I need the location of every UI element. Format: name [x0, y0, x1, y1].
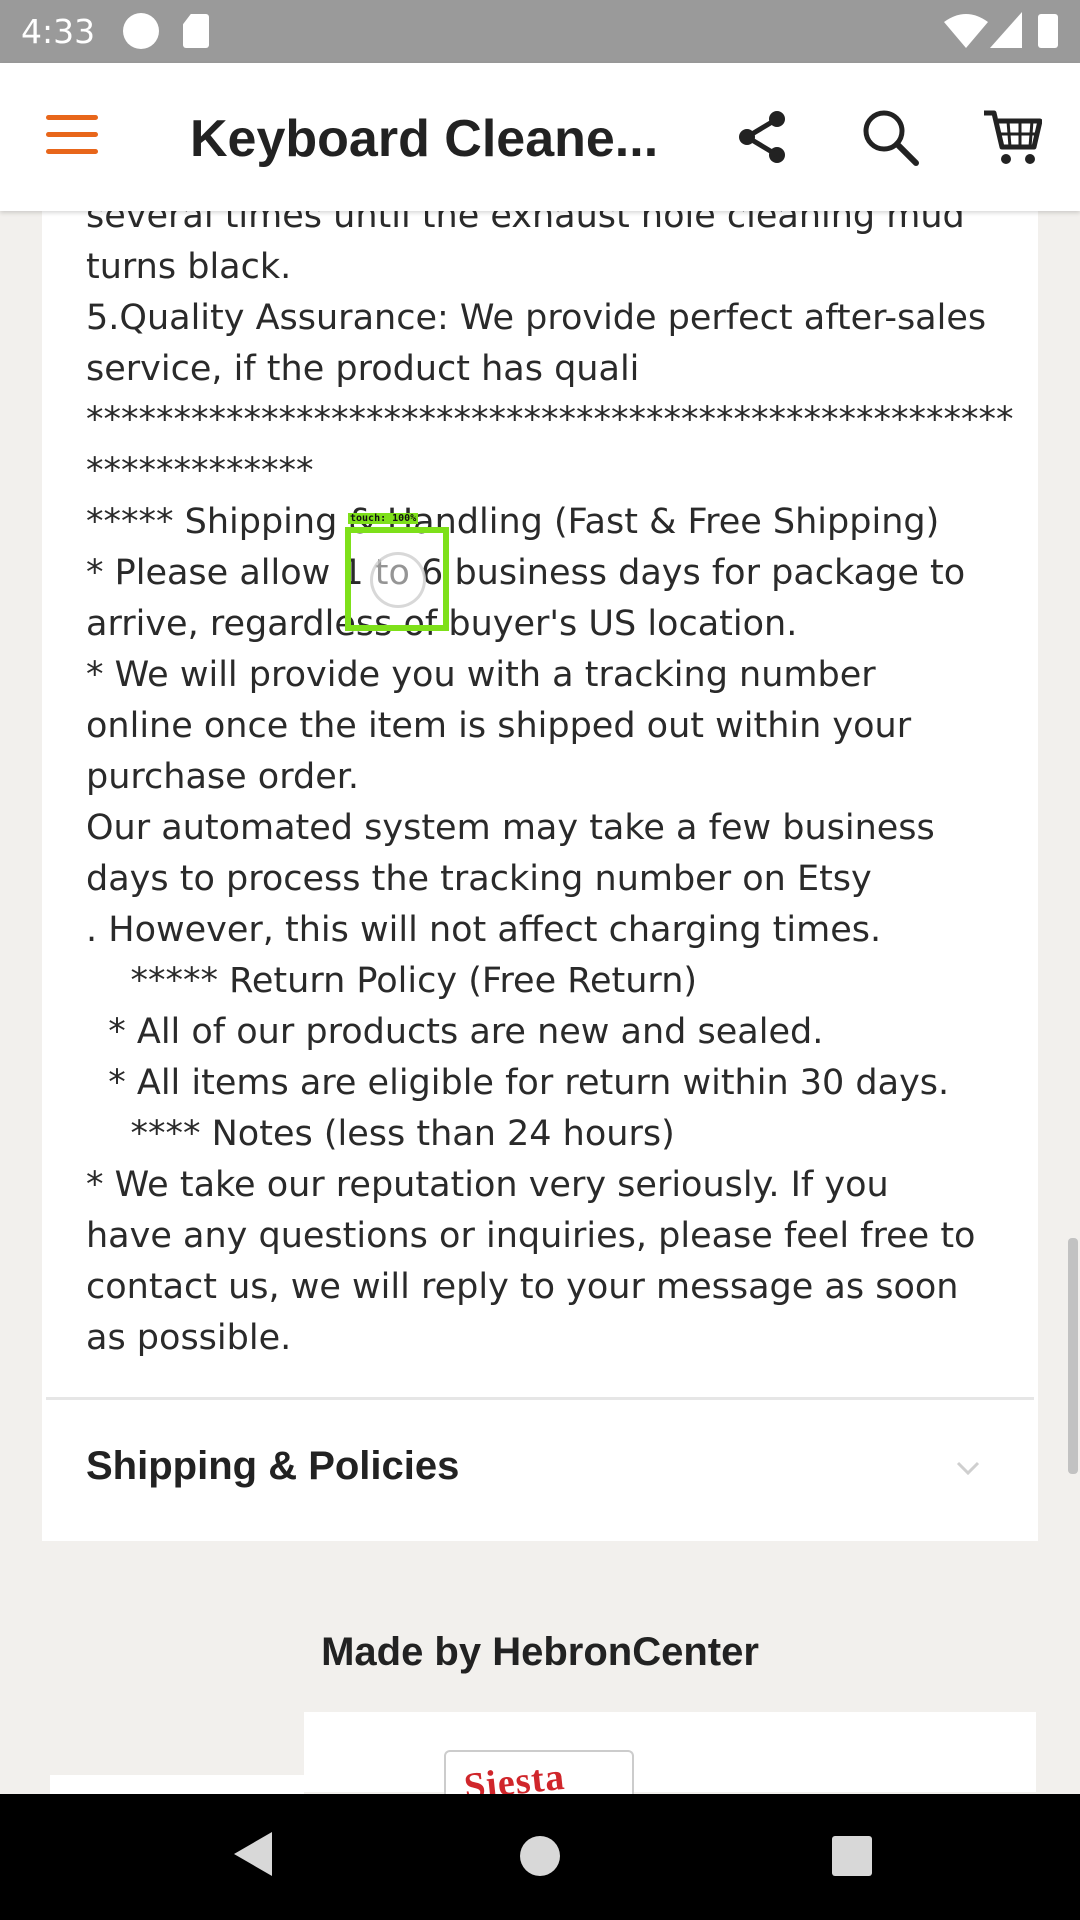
share-icon[interactable]	[733, 107, 793, 167]
description-line: **** Notes (less than 24 hours)	[86, 1114, 675, 1154]
touch-ripple	[370, 552, 426, 608]
shop-card[interactable]: Siesta	[304, 1712, 1036, 1810]
status-time: 4:33	[21, 12, 96, 51]
search-icon[interactable]	[860, 107, 920, 167]
shipping-policies-label: Shipping & Policies	[86, 1444, 460, 1488]
navigation-bar	[0, 1794, 1080, 1920]
description-line: * We will provide you with a tracking nu…	[86, 655, 876, 695]
description-line: ****************************************…	[86, 400, 1014, 440]
description-line: 5.Quality Assurance: We provide perfect …	[86, 298, 987, 338]
cart-icon[interactable]	[982, 107, 1042, 167]
description-line: * We take our reputation very seriously.…	[86, 1165, 889, 1205]
description-line: turns black.	[86, 247, 292, 287]
shop-card-edge	[50, 1775, 304, 1795]
description-line: *************	[86, 451, 314, 491]
description-line: days to process the tracking number on E…	[86, 859, 872, 899]
description-line: arrive, regardless of buyer's US locatio…	[86, 604, 798, 644]
description-line: . However, this will not affect charging…	[86, 910, 882, 950]
made-by-heading: Made by HebronCenter	[321, 1630, 759, 1674]
chevron-down-icon	[956, 1461, 980, 1476]
description-line: Our automated system may take a few busi…	[86, 808, 935, 848]
item-description: several times until the exhaust hole cle…	[86, 211, 1014, 1364]
sd-card-icon	[183, 14, 209, 48]
page-title: Keyboard Cleane...	[190, 110, 659, 168]
app-bar: Keyboard Cleane...	[0, 63, 1080, 211]
back-icon[interactable]	[234, 1832, 272, 1876]
signal-icon	[990, 12, 1022, 48]
battery-icon	[1038, 14, 1058, 48]
shipping-policies-row[interactable]: Shipping & Policies	[42, 1400, 1038, 1541]
description-line: ***** Shipping & Handling (Fast & Free S…	[86, 502, 940, 542]
menu-icon[interactable]	[46, 115, 98, 155]
wifi-icon	[944, 14, 988, 48]
description-line: * All items are eligible for return with…	[86, 1063, 950, 1103]
circle-status-icon	[123, 13, 159, 49]
description-line: purchase order.	[86, 757, 360, 797]
description-line: have any questions or inquiries, please …	[86, 1216, 976, 1256]
description-line: ***** Return Policy (Free Return)	[86, 961, 698, 1001]
description-line: several times until the exhaust hole cle…	[86, 211, 965, 236]
description-line: service, if the product has quali	[86, 349, 640, 389]
description-line: * All of our products are new and sealed…	[86, 1012, 824, 1052]
description-line: online once the item is shipped out with…	[86, 706, 912, 746]
scrollbar[interactable]	[1068, 1238, 1078, 1474]
description-card: several times until the exhaust hole cle…	[42, 211, 1038, 1541]
touch-indicator-label: touch: 100%	[348, 513, 419, 524]
description-line: as possible.	[86, 1318, 292, 1358]
home-icon[interactable]	[520, 1836, 560, 1876]
status-bar: 4:33	[0, 0, 1080, 63]
recents-icon[interactable]	[832, 1836, 872, 1876]
description-line: contact us, we will reply to your messag…	[86, 1267, 959, 1307]
description-line: * Please allow 1 to 6 business days for …	[86, 553, 966, 593]
